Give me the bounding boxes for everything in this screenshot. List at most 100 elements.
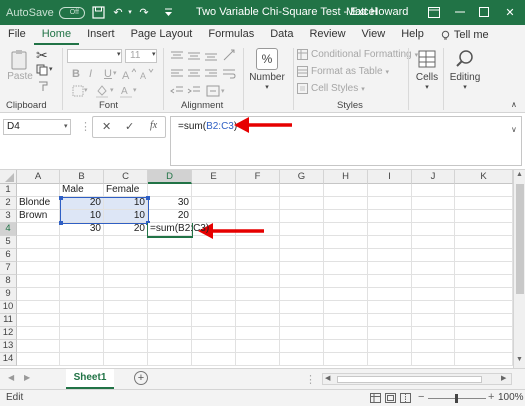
cell-k13[interactable] bbox=[455, 340, 513, 353]
cell-g3[interactable] bbox=[280, 210, 324, 223]
cell-e6[interactable] bbox=[192, 249, 236, 262]
merge-dropdown-icon[interactable]: ▾ bbox=[221, 87, 225, 95]
column-header-h[interactable]: H bbox=[324, 170, 368, 184]
cell-i6[interactable] bbox=[368, 249, 412, 262]
cell-h7[interactable] bbox=[324, 262, 368, 275]
cell-c10[interactable] bbox=[104, 301, 148, 314]
align-top-icon[interactable] bbox=[170, 50, 184, 62]
cell-h2[interactable] bbox=[324, 197, 368, 210]
scroll-down-icon[interactable]: ▼ bbox=[516, 356, 523, 363]
add-sheet-icon[interactable]: + bbox=[134, 371, 148, 385]
cell-b2[interactable]: 20 bbox=[60, 197, 104, 210]
vertical-scroll-thumb[interactable] bbox=[516, 184, 524, 294]
cell-c11[interactable] bbox=[104, 314, 148, 327]
font-size-dropdown-icon[interactable]: ▾ bbox=[152, 50, 156, 58]
font-color-dropdown-icon[interactable]: ▾ bbox=[133, 86, 137, 94]
cell-b7[interactable] bbox=[60, 262, 104, 275]
cell-a9[interactable] bbox=[17, 288, 60, 301]
tab-insert[interactable]: Insert bbox=[79, 25, 123, 45]
cell-g6[interactable] bbox=[280, 249, 324, 262]
close-icon[interactable]: ✕ bbox=[502, 4, 518, 20]
cell-f13[interactable] bbox=[236, 340, 280, 353]
borders-dropdown-icon[interactable]: ▾ bbox=[84, 86, 88, 94]
wrap-text-icon[interactable] bbox=[222, 68, 236, 80]
column-header-a[interactable]: A bbox=[17, 170, 60, 184]
cell-k8[interactable] bbox=[455, 275, 513, 288]
tab-formulas[interactable]: Formulas bbox=[200, 25, 262, 45]
cell-i14[interactable] bbox=[368, 353, 412, 366]
cell-g14[interactable] bbox=[280, 353, 324, 366]
cell-i8[interactable] bbox=[368, 275, 412, 288]
cell-g10[interactable] bbox=[280, 301, 324, 314]
cell-h9[interactable] bbox=[324, 288, 368, 301]
cell-j8[interactable] bbox=[412, 275, 455, 288]
cell-a7[interactable] bbox=[17, 262, 60, 275]
cell-g12[interactable] bbox=[280, 327, 324, 340]
tab-data[interactable]: Data bbox=[262, 25, 301, 45]
cell-g9[interactable] bbox=[280, 288, 324, 301]
zoom-slider-thumb[interactable] bbox=[455, 394, 458, 403]
cell-e8[interactable] bbox=[192, 275, 236, 288]
scroll-left-icon[interactable]: ◀ bbox=[325, 374, 330, 382]
cell-a12[interactable] bbox=[17, 327, 60, 340]
cell-a10[interactable] bbox=[17, 301, 60, 314]
align-center-icon[interactable] bbox=[187, 68, 201, 80]
page-layout-view-icon[interactable] bbox=[385, 393, 396, 406]
increase-indent-icon[interactable] bbox=[187, 85, 201, 97]
worksheet-grid[interactable]: ▲ ▼ A B C D E F G H I J K 1 Male Female 2 Blonde 20 10 30 3… bbox=[0, 170, 525, 368]
row-header-8[interactable]: 8 bbox=[0, 275, 17, 288]
font-color-icon[interactable]: A bbox=[120, 84, 132, 98]
cell-a6[interactable] bbox=[17, 249, 60, 262]
cell-j12[interactable] bbox=[412, 327, 455, 340]
cell-i9[interactable] bbox=[368, 288, 412, 301]
cell-h6[interactable] bbox=[324, 249, 368, 262]
cell-h4[interactable] bbox=[324, 223, 368, 236]
cell-j14[interactable] bbox=[412, 353, 455, 366]
cell-k6[interactable] bbox=[455, 249, 513, 262]
column-header-g[interactable]: G bbox=[280, 170, 324, 184]
copy-dropdown-icon[interactable]: ▾ bbox=[49, 65, 53, 73]
column-header-i[interactable]: I bbox=[368, 170, 412, 184]
cell-c1[interactable]: Female bbox=[104, 184, 148, 197]
expand-formula-bar-icon[interactable]: ∨ bbox=[511, 125, 517, 134]
tab-view[interactable]: View bbox=[354, 25, 394, 45]
paste-button[interactable]: Paste bbox=[7, 49, 33, 82]
cell-c14[interactable] bbox=[104, 353, 148, 366]
cell-h3[interactable] bbox=[324, 210, 368, 223]
minimize-icon[interactable] bbox=[452, 4, 468, 20]
cell-a14[interactable] bbox=[17, 353, 60, 366]
cell-k3[interactable] bbox=[455, 210, 513, 223]
cell-d4[interactable]: =sum(B2:C3) bbox=[148, 223, 209, 236]
fill-color-icon[interactable] bbox=[95, 84, 109, 98]
cell-b10[interactable] bbox=[60, 301, 104, 314]
customize-toolbar-icon[interactable] bbox=[160, 4, 176, 20]
cell-b5[interactable] bbox=[60, 236, 104, 249]
name-box[interactable]: D4 bbox=[3, 119, 71, 135]
cell-j1[interactable] bbox=[412, 184, 455, 197]
cell-d10[interactable] bbox=[148, 301, 192, 314]
sheet-prev-icon[interactable]: ◀ bbox=[8, 373, 14, 382]
cells-button[interactable]: Cells ▾ bbox=[413, 48, 441, 91]
tab-file[interactable]: File bbox=[0, 25, 34, 45]
sheet-next-icon[interactable]: ▶ bbox=[24, 373, 30, 382]
ribbon-display-icon[interactable] bbox=[426, 4, 442, 20]
cell-f1[interactable] bbox=[236, 184, 280, 197]
sheet-tab-sheet1[interactable]: Sheet1 bbox=[66, 369, 114, 389]
cell-d14[interactable] bbox=[148, 353, 192, 366]
cell-d1[interactable] bbox=[148, 184, 192, 197]
cell-a8[interactable] bbox=[17, 275, 60, 288]
range-handle[interactable] bbox=[146, 196, 150, 200]
cell-e2[interactable] bbox=[192, 197, 236, 210]
autosave-control[interactable]: AutoSave Off bbox=[6, 6, 85, 19]
fill-color-dropdown-icon[interactable]: ▾ bbox=[110, 86, 114, 94]
scroll-right-icon[interactable]: ▶ bbox=[501, 374, 506, 382]
row-header-6[interactable]: 6 bbox=[0, 249, 17, 262]
tab-page-layout[interactable]: Page Layout bbox=[123, 25, 201, 45]
cell-b9[interactable] bbox=[60, 288, 104, 301]
cell-g11[interactable] bbox=[280, 314, 324, 327]
cell-j5[interactable] bbox=[412, 236, 455, 249]
cell-a13[interactable] bbox=[17, 340, 60, 353]
collapse-ribbon-icon[interactable]: ∧ bbox=[511, 100, 517, 109]
row-header-3[interactable]: 3 bbox=[0, 210, 17, 223]
horizontal-scrollbar[interactable]: ◀ ▶ bbox=[322, 373, 512, 385]
